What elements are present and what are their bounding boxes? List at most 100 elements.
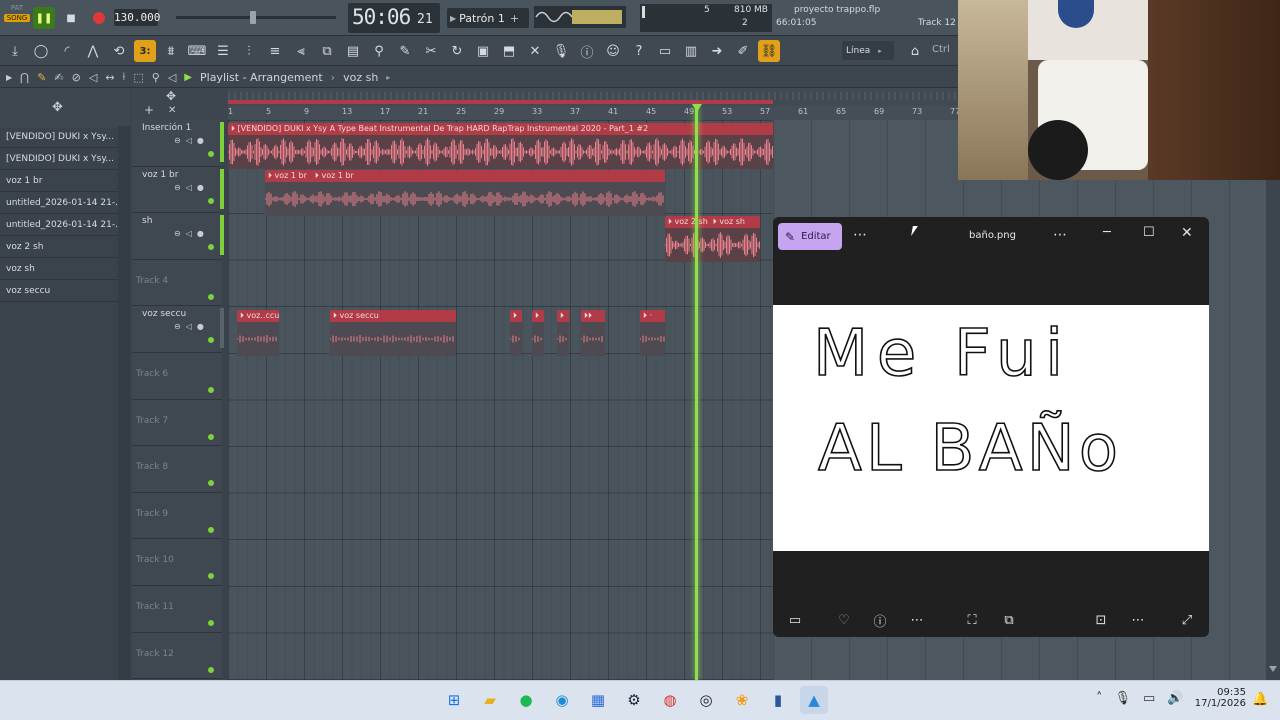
browser-item[interactable]: [VENDIDO] DUKI x Ysy...	[0, 148, 118, 170]
mute-tool-icon[interactable]: ◁	[89, 71, 97, 84]
browser-item[interactable]: voz 2 sh	[0, 236, 118, 258]
ctrl-label[interactable]: Ctrl	[932, 44, 950, 55]
faders-icon[interactable]: ⫷	[290, 40, 312, 62]
track-active-led[interactable]	[208, 151, 214, 157]
browser-tree-icon[interactable]: ⧉	[316, 40, 338, 62]
capture-icon[interactable]: ⊡	[1089, 608, 1113, 632]
word-icon[interactable]: ▮	[764, 686, 792, 714]
chat-icon[interactable]: ☺	[602, 40, 624, 62]
more-options-icon[interactable]: ⋯	[1053, 227, 1067, 243]
browser-options-icon[interactable]: ✥	[52, 100, 63, 115]
speaker-icon[interactable]: ◁	[186, 183, 192, 192]
tempo-display[interactable]: 130.000	[114, 9, 160, 26]
playhead[interactable]	[695, 106, 698, 680]
magnet-icon[interactable]: ⋂	[20, 71, 29, 84]
timeline-ruler[interactable]: 1 5 9 13 17 21 25 29 33 37 41 45 49 53 57 61 65 69 73 77	[228, 100, 960, 120]
spotify-icon[interactable]: ●	[512, 686, 540, 714]
microphone-icon[interactable]: 🎙	[550, 40, 572, 62]
zoom-tool-icon[interactable]: ⚲	[152, 71, 160, 84]
browser-item[interactable]: untitled_2026-01-14 21-...	[0, 192, 118, 214]
track-header[interactable]: Track 9	[132, 493, 222, 540]
store-icon[interactable]: ▦	[584, 686, 612, 714]
steam-icon[interactable]: ⚙	[620, 686, 648, 714]
track-active-led[interactable]	[208, 480, 214, 487]
browser-item[interactable]: untitled_2026-01-14 21-...	[0, 214, 118, 236]
slice-tool-icon[interactable]: ⟊	[123, 70, 126, 84]
metronome-icon[interactable]: ⋀	[82, 40, 104, 62]
record-arm-icon[interactable]: ●	[197, 229, 204, 238]
more-options-icon[interactable]: ⋯	[1126, 608, 1150, 632]
save-icon[interactable]: ▣	[472, 40, 494, 62]
step-edit-icon[interactable]: 3:	[134, 40, 156, 62]
mixer-icon[interactable]: ☰	[212, 40, 234, 62]
track-active-led[interactable]	[208, 620, 214, 626]
edge-icon[interactable]: ◉	[548, 686, 576, 714]
track-active-led[interactable]	[208, 197, 214, 204]
plugin-icon[interactable]: ⚲	[368, 40, 390, 62]
info-icon[interactable]: ⓘ	[868, 608, 892, 632]
add-pattern-icon[interactable]: +	[510, 12, 519, 25]
time-display[interactable]: 50:06 21	[348, 3, 440, 33]
chevron-up-icon[interactable]: ˄	[1096, 691, 1103, 706]
heart-icon[interactable]: ♡	[832, 608, 856, 632]
metronome-knob-icon[interactable]: ◯	[30, 40, 52, 62]
file-explorer-icon[interactable]: ▰	[476, 686, 504, 714]
fl-studio-icon[interactable]: ❀	[728, 686, 756, 714]
fit-screen-icon[interactable]: ⛶	[960, 608, 984, 632]
add-track-icon[interactable]: +	[144, 103, 154, 117]
browser-item[interactable]: voz sh	[0, 258, 118, 280]
track-header[interactable]: voz 1 br ⊖ ◁ ●	[132, 167, 224, 214]
paint-tool-icon[interactable]: ✍	[54, 71, 63, 84]
record-arm-icon[interactable]: ●	[197, 183, 204, 192]
arrow-right-icon[interactable]: ➜	[706, 40, 728, 62]
pattern-selector[interactable]: ▶ Patrón 1 +	[447, 8, 529, 28]
track-header[interactable]: voz seccu ⊖ ◁ ●	[132, 306, 224, 353]
play-button[interactable]: ❚❚	[33, 7, 55, 29]
record-arm-icon[interactable]: ●	[197, 322, 204, 331]
render-icon[interactable]: ⬒	[498, 40, 520, 62]
network-icon[interactable]: ▭	[1143, 691, 1155, 706]
edit-button[interactable]: ✎ Editar	[778, 223, 842, 250]
select-tool-icon[interactable]: ⬚	[133, 71, 143, 84]
track-header[interactable]: Track 10	[132, 539, 222, 586]
chrome-icon[interactable]: ◍	[656, 686, 684, 714]
slip-tool-icon[interactable]: ↔	[105, 71, 114, 84]
mic-icon[interactable]: 🎙	[1115, 691, 1132, 706]
tools-icon[interactable]: ✂	[420, 40, 442, 62]
image-canvas[interactable]: Me Fui AL BAÑo	[773, 305, 1209, 551]
fx-icon[interactable]: ⊖	[174, 183, 181, 192]
clip-seccu-2[interactable]: ⏵ voz seccu	[330, 310, 456, 356]
clip-seccu-6[interactable]: ⏵⏵	[581, 310, 605, 356]
piano-icon[interactable]: ▥	[680, 40, 702, 62]
menu-arrow-icon[interactable]: ▶	[6, 73, 12, 82]
track-header[interactable]: Track 8	[132, 446, 222, 493]
minimize-icon[interactable]: ─	[1103, 225, 1111, 240]
record-arm-icon[interactable]: ●	[197, 136, 204, 145]
download-icon[interactable]: ⤓	[4, 40, 26, 62]
clip-seccu-1[interactable]: ⏵ voz..ccu	[237, 310, 279, 356]
browser-item[interactable]: voz seccu	[0, 280, 118, 302]
track-active-led[interactable]	[208, 573, 214, 580]
playhead-marker-icon[interactable]	[692, 104, 702, 114]
track-active-led[interactable]	[208, 337, 214, 344]
speaker-icon[interactable]: ◁	[186, 136, 192, 145]
browser-item[interactable]: [VENDIDO] DUKI x Ysy...	[0, 126, 118, 148]
track-header[interactable]: Track 12	[132, 633, 222, 680]
stop-button[interactable]: ■	[60, 7, 82, 29]
close-track-icon[interactable]: ✕	[168, 105, 176, 116]
playlist-grid[interactable]: ⏵ [VENDIDO] DUKI x Ysy A Type Beat Instr…	[228, 106, 773, 680]
track-active-led[interactable]	[208, 666, 214, 673]
filmstrip-icon[interactable]: ▭	[783, 608, 807, 632]
track-active-led[interactable]	[208, 293, 214, 300]
clip-seccu-3[interactable]: ⏵	[510, 310, 522, 356]
volume-icon[interactable]: 🔊	[1167, 691, 1183, 706]
more-options-icon[interactable]: ⋯	[853, 227, 867, 243]
link-icon[interactable]: ⛓	[758, 40, 780, 62]
playlist-icon[interactable]: ≡	[264, 40, 286, 62]
channel-rack-icon[interactable]: ⫶	[238, 40, 260, 62]
blend-notes-icon[interactable]: ⩩	[160, 40, 182, 62]
maximize-icon[interactable]: ☐	[1143, 225, 1155, 240]
speaker-icon[interactable]: ◁	[186, 322, 192, 331]
clip-seccu-4[interactable]: ⏵	[532, 310, 544, 356]
clip-vozsh[interactable]: ⏵ voz 2 sh ⏵ voz sh	[665, 216, 760, 262]
